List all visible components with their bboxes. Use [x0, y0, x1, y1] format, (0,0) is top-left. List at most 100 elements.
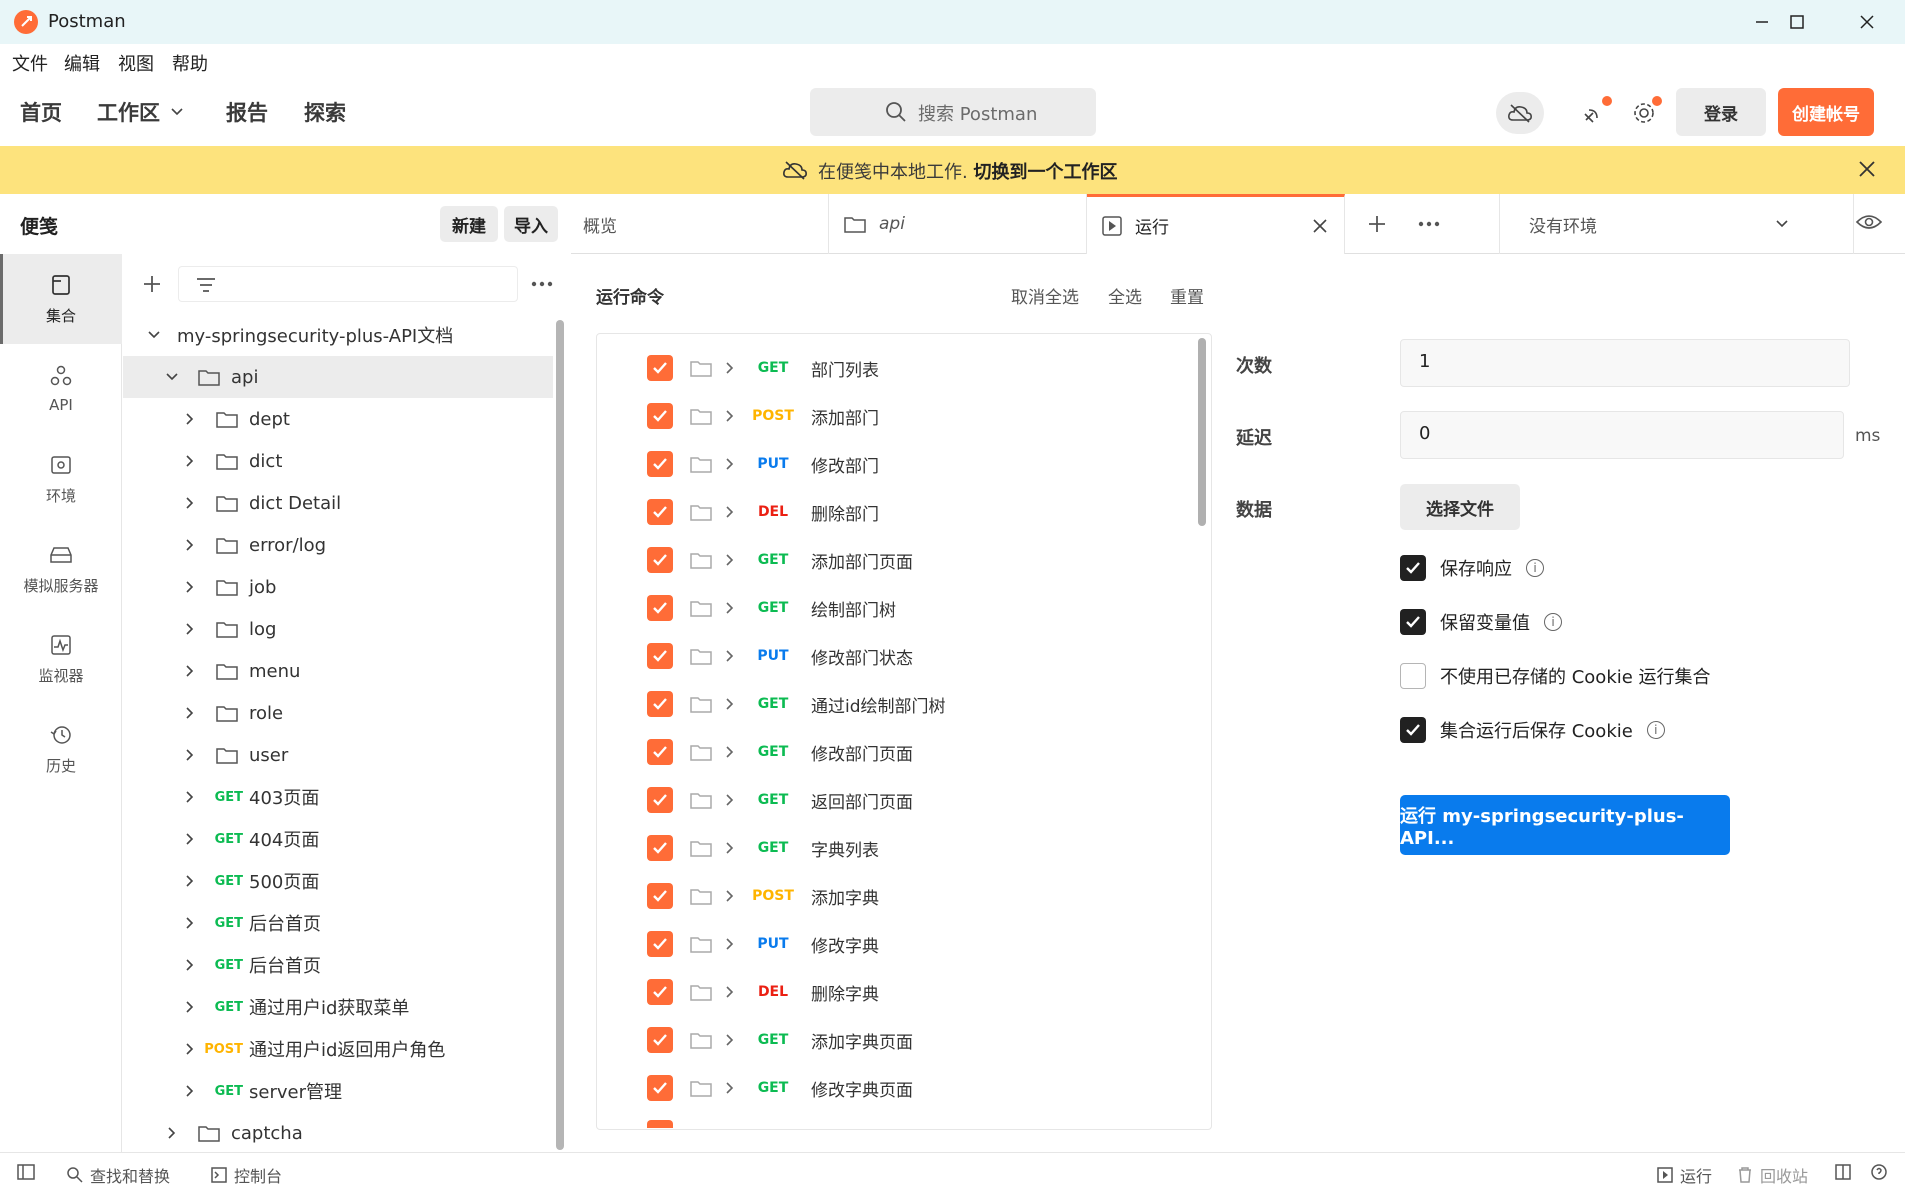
run-item[interactable]: POST 添加字典	[597, 872, 1187, 920]
checkbox-checked[interactable]	[647, 979, 673, 1005]
request-row[interactable]: GET 后台首页	[123, 944, 553, 986]
run-collection-button[interactable]: 运行 my-springsecurity-plus-API...	[1400, 795, 1730, 855]
tab-runner[interactable]: 运行	[1087, 194, 1345, 254]
import-button[interactable]: 导入	[504, 206, 558, 242]
help-icon[interactable]	[1870, 1163, 1888, 1181]
menu-edit[interactable]: 编辑	[64, 50, 100, 76]
run-item[interactable]: POST 添加部门	[597, 392, 1187, 440]
folder-row[interactable]: menu	[123, 650, 553, 692]
checkbox-checked[interactable]	[647, 1075, 673, 1101]
select-all-button[interactable]: 全选	[1108, 283, 1142, 308]
checkbox-checked[interactable]	[1400, 609, 1426, 635]
close-tab-icon[interactable]	[1312, 218, 1328, 234]
folder-row[interactable]: user	[123, 734, 553, 776]
new-tab-icon[interactable]	[1367, 214, 1387, 234]
rail-item-mock-servers[interactable]: 模拟服务器	[0, 524, 122, 614]
run-item[interactable]: GET 修改字典页面	[597, 1064, 1187, 1112]
request-row[interactable]: GET 后台首页	[123, 902, 553, 944]
checkbox-checked[interactable]	[647, 1027, 673, 1053]
request-row[interactable]: GET server管理	[123, 1070, 553, 1112]
checkbox-checked[interactable]	[1400, 555, 1426, 581]
rail-item-collections[interactable]: 集合	[0, 254, 122, 344]
reset-button[interactable]: 重置	[1170, 283, 1204, 308]
cloud-offline-icon[interactable]	[1496, 92, 1544, 134]
console-button[interactable]: 控制台	[210, 1163, 282, 1187]
delay-input[interactable]: 0	[1400, 411, 1844, 459]
nav-home[interactable]: 首页	[20, 97, 62, 127]
checkbox-checked[interactable]	[647, 355, 673, 381]
checkbox-checked[interactable]	[647, 547, 673, 573]
tab-api[interactable]: api	[829, 194, 1087, 254]
folder-row-api[interactable]: api	[123, 356, 553, 398]
search-input[interactable]: 搜索 Postman	[810, 88, 1096, 136]
request-row[interactable]: POST 通过用户id返回用户角色	[123, 1028, 553, 1070]
close-banner-icon[interactable]	[1858, 160, 1876, 178]
checkbox-checked[interactable]	[1400, 717, 1426, 743]
checkbox-checked[interactable]	[647, 787, 673, 813]
create-account-button[interactable]: 创建帐号	[1778, 88, 1874, 136]
more-tabs-icon[interactable]	[1417, 218, 1441, 230]
folder-row[interactable]: job	[123, 566, 553, 608]
checkbox-checked[interactable]	[647, 1120, 673, 1128]
more-options-icon[interactable]	[530, 278, 554, 290]
rail-item-environments[interactable]: 环境	[0, 434, 122, 524]
run-item[interactable]: PUT 修改部门	[597, 440, 1187, 488]
settings-gear-icon[interactable]	[1620, 92, 1668, 134]
trash-button[interactable]: 回收站	[1736, 1163, 1808, 1187]
maximize-button[interactable]	[1762, 0, 1832, 44]
checkbox-unchecked[interactable]	[1400, 663, 1426, 689]
close-window-button[interactable]	[1832, 0, 1902, 44]
checkbox-checked[interactable]	[647, 595, 673, 621]
folder-row[interactable]: error/log	[123, 524, 553, 566]
run-item[interactable]: GET 返回部门页面	[597, 776, 1187, 824]
run-item[interactable]: GET 添加部门页面	[597, 536, 1187, 584]
checkbox-checked[interactable]	[647, 739, 673, 765]
checkbox-checked[interactable]	[647, 931, 673, 957]
option-save-cookies[interactable]: 集合运行后保存 Cookie i	[1400, 717, 1665, 743]
rail-item-monitors[interactable]: 监视器	[0, 614, 122, 704]
find-replace-button[interactable]: 查找和替换	[66, 1163, 170, 1187]
checkbox-checked[interactable]	[647, 403, 673, 429]
eye-icon[interactable]	[1855, 212, 1883, 232]
folder-row[interactable]: dict Detail	[123, 482, 553, 524]
checkbox-checked[interactable]	[647, 643, 673, 669]
collection-row[interactable]: my-springsecurity-plus-API文档	[123, 314, 553, 356]
info-icon[interactable]: i	[1526, 559, 1544, 577]
rail-item-history[interactable]: 历史	[0, 704, 122, 794]
folder-row[interactable]: dept	[123, 398, 553, 440]
environment-selector[interactable]: 没有环境	[1499, 194, 1809, 254]
request-row[interactable]: GET 通过用户id获取菜单	[123, 986, 553, 1028]
option-no-stored-cookies[interactable]: 不使用已存储的 Cookie 运行集合	[1400, 663, 1711, 689]
runner-status-button[interactable]: 运行	[1656, 1163, 1712, 1187]
option-save-responses[interactable]: 保存响应 i	[1400, 555, 1544, 581]
run-item[interactable]: DEL 删除字典	[597, 968, 1187, 1016]
layout-icon[interactable]	[1834, 1163, 1852, 1181]
folder-row[interactable]: dict	[123, 440, 553, 482]
sidebar-scrollbar[interactable]	[556, 320, 564, 1150]
request-row[interactable]: GET 403页面	[123, 776, 553, 818]
new-button[interactable]: 新建	[440, 206, 498, 242]
folder-row[interactable]: role	[123, 692, 553, 734]
folder-row[interactable]: log	[123, 608, 553, 650]
option-keep-variables[interactable]: 保留变量值 i	[1400, 609, 1562, 635]
run-item[interactable]: GET 通过id绘制部门树	[597, 680, 1187, 728]
folder-row-captcha[interactable]: captcha	[123, 1112, 553, 1154]
run-item[interactable]: DEL 删除部门	[597, 488, 1187, 536]
nav-workspaces[interactable]: 工作区	[97, 97, 184, 127]
checkbox-checked[interactable]	[647, 451, 673, 477]
tab-overview[interactable]: 概览	[571, 194, 829, 254]
run-item[interactable]: GET 绘制部门树	[597, 584, 1187, 632]
checkbox-checked[interactable]	[647, 883, 673, 909]
checkbox-checked[interactable]	[647, 835, 673, 861]
switch-workspace-link[interactable]: 切换到一个工作区	[973, 162, 1117, 183]
run-item[interactable]: GET 添加字典页面	[597, 1016, 1187, 1064]
nav-reports[interactable]: 报告	[226, 97, 268, 127]
request-row[interactable]: GET 404页面	[123, 818, 553, 860]
toggle-sidebar-icon[interactable]	[16, 1163, 36, 1181]
run-item[interactable]: PUT 修改字典	[597, 920, 1187, 968]
menu-help[interactable]: 帮助	[172, 50, 208, 76]
iterations-input[interactable]: 1	[1400, 339, 1850, 387]
info-icon[interactable]: i	[1646, 721, 1665, 739]
info-icon[interactable]: i	[1544, 613, 1562, 631]
filter-input[interactable]	[178, 266, 518, 302]
